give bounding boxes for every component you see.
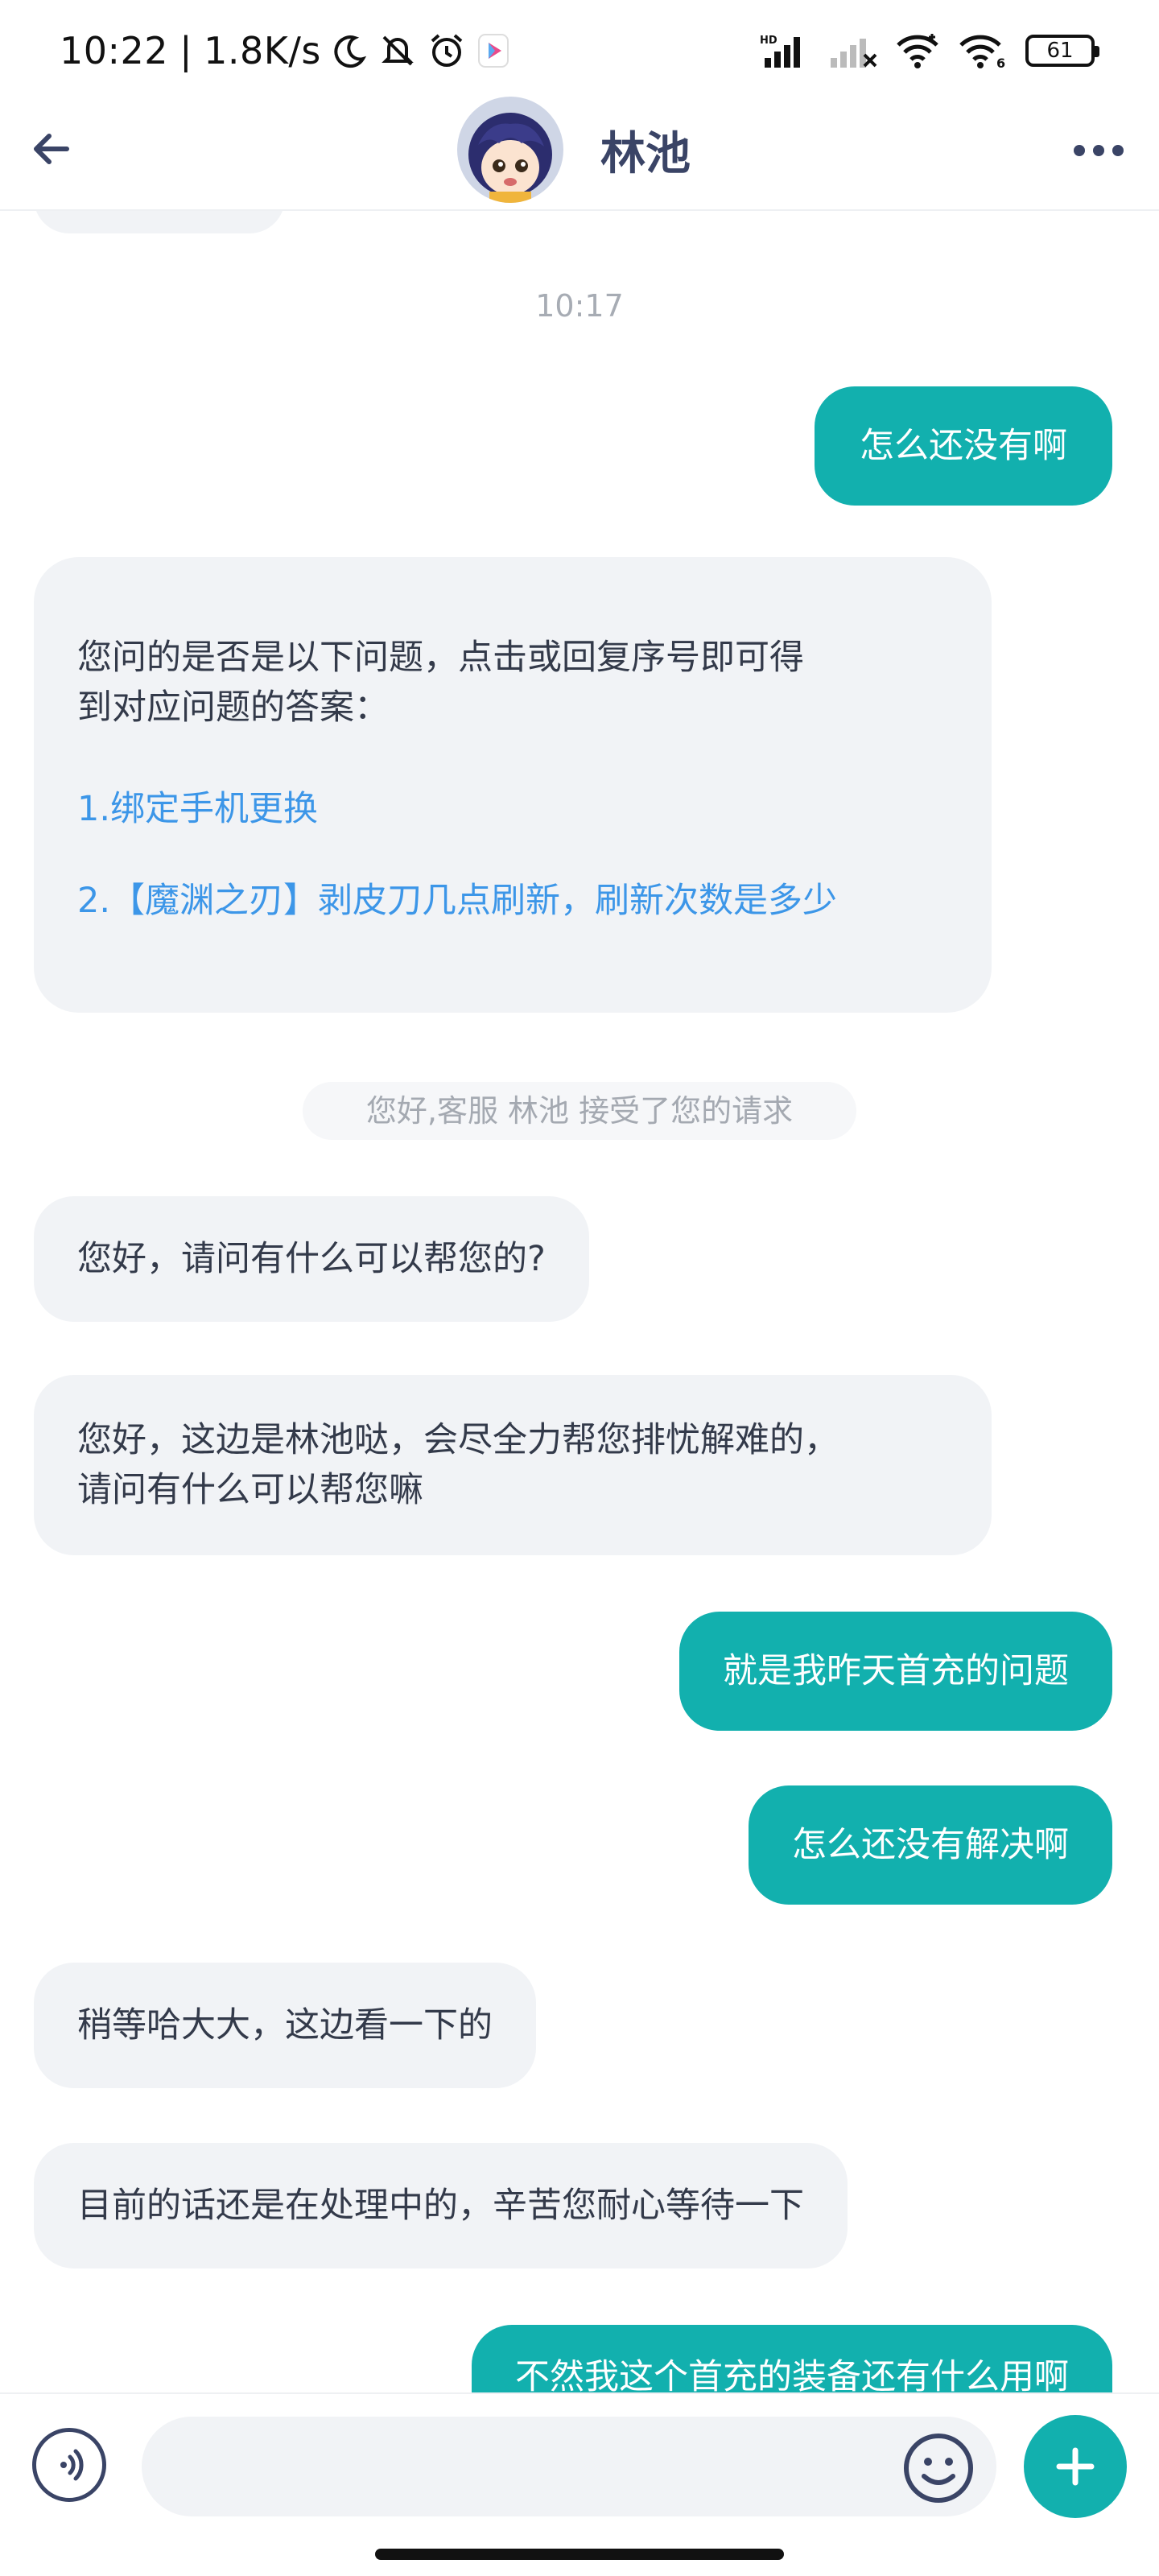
faq-intro-line1: 您问的是否是以下问题，点击或回复序号即可得 xyxy=(77,638,804,678)
emoji-button[interactable] xyxy=(901,2431,975,2505)
message-bubble-received[interactable]: 稍等哈大大，这边看一下的 xyxy=(34,1963,536,2088)
voice-button[interactable] xyxy=(32,2428,106,2502)
plus-button[interactable] xyxy=(1024,2415,1127,2518)
svg-text:HD: HD xyxy=(760,35,777,47)
avatar[interactable] xyxy=(457,97,563,203)
faq-link-2[interactable]: 2.【魔渊之刃】剥皮刀几点刷新，刷新次数是多少 xyxy=(77,876,948,926)
message-text: 目前的话还是在处理中的，辛苦您耐心等待一下 xyxy=(77,2186,804,2226)
back-button[interactable] xyxy=(23,121,79,177)
wifi-icon xyxy=(897,34,938,68)
message-bubble-received[interactable]: 目前的话还是在处理中的，辛苦您耐心等待一下 xyxy=(34,2143,848,2268)
home-indicator[interactable] xyxy=(375,2549,784,2560)
more-button[interactable] xyxy=(1062,122,1135,179)
more-dot xyxy=(1074,145,1085,156)
plus-icon xyxy=(1056,2447,1095,2486)
message-list[interactable]: 10:17 怎么还没有啊 您问的是否是以下问题，点击或回复序号即可得 到对应问题… xyxy=(0,211,1159,2392)
message-bubble-sent[interactable]: 怎么还没有啊 xyxy=(815,386,1112,506)
status-separator: | xyxy=(179,29,193,72)
message-bubble-faq: 您问的是否是以下问题，点击或回复序号即可得 到对应问题的答案： 1.绑定手机更换… xyxy=(34,557,992,1013)
bell-off-icon xyxy=(382,35,414,66)
message-bubble-sent[interactable]: 不然我这个首充的装备还有什么用啊 xyxy=(472,2325,1112,2392)
signal-hd-icon: HD xyxy=(760,35,800,68)
more-dot xyxy=(1093,145,1104,156)
message-text: 怎么还没有解决啊 xyxy=(792,1825,1069,1865)
status-speed: 1.8K/s xyxy=(204,29,321,72)
message-text-line2: 请问有什么可以帮您嘛 xyxy=(77,1470,423,1510)
message-text: 不然我这个首充的装备还有什么用啊 xyxy=(515,2357,1069,2392)
avatar-image xyxy=(457,97,563,203)
message-bubble-received[interactable]: 您好，请问有什么可以帮您的? xyxy=(34,1196,589,1322)
battery-level: 61 xyxy=(1046,39,1074,63)
voice-icon xyxy=(60,2449,84,2481)
message-text: 稍等哈大大，这边看一下的 xyxy=(77,2005,493,2046)
message-bubble-sent[interactable]: 就是我昨天首充的问题 xyxy=(679,1612,1112,1731)
battery-icon: 61 xyxy=(1025,35,1099,67)
system-notice: 您好,客服 林池 接受了您的请求 xyxy=(303,1082,856,1140)
faq-link-1[interactable]: 1.绑定手机更换 xyxy=(77,784,948,834)
alarm-icon xyxy=(431,34,463,67)
chat-header: 林池 xyxy=(0,90,1159,211)
emoji-icon xyxy=(904,2434,973,2503)
contact-name: 林池 xyxy=(600,128,691,180)
message-text: 怎么还没有啊 xyxy=(860,426,1067,466)
signal-off-icon xyxy=(831,39,877,68)
more-dot xyxy=(1112,145,1124,156)
app-badge-icon xyxy=(477,34,509,68)
message-bubble-partial xyxy=(34,211,285,233)
message-text: 您好，请问有什么可以帮您的? xyxy=(77,1239,546,1279)
message-input[interactable] xyxy=(142,2417,996,2516)
message-bubble-sent[interactable]: 怎么还没有解决啊 xyxy=(749,1785,1112,1905)
moon-icon xyxy=(334,35,367,68)
arrow-left-icon xyxy=(34,134,69,164)
status-time: 10:22 xyxy=(60,29,169,72)
timestamp: 10:17 xyxy=(535,288,624,324)
message-text: 就是我昨天首充的问题 xyxy=(723,1651,1069,1691)
status-left: 10:22 | 1.8K/s xyxy=(60,29,509,72)
message-bubble-received[interactable]: 您好，这边是林池哒，会尽全力帮您排忧解难的， 请问有什么可以帮您嘛 xyxy=(34,1375,992,1555)
svg-text:6: 6 xyxy=(996,56,1005,69)
wifi-6-icon: 6 xyxy=(959,35,1005,69)
status-bar: 10:22 | 1.8K/s HD 6 61 xyxy=(0,0,1159,105)
status-right: HD 6 61 xyxy=(760,32,1099,69)
message-text-line1: 您好，这边是林池哒，会尽全力帮您排忧解难的， xyxy=(77,1420,839,1460)
faq-intro-line2: 到对应问题的答案： xyxy=(77,687,389,728)
